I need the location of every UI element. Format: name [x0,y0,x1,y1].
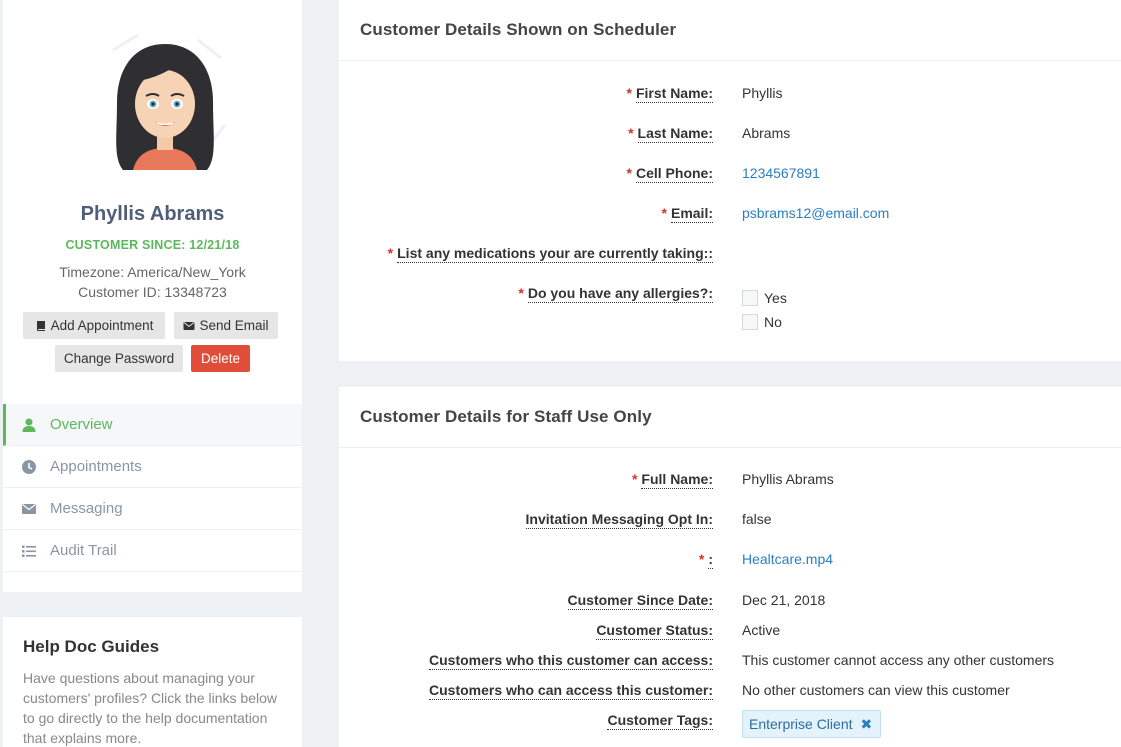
nav-label-messaging: Messaging [50,500,123,517]
allergies-label: * Do you have any allergies?: [518,285,713,303]
accessed-by-label: Customers who can access this customer: [429,682,713,700]
change-password-button[interactable]: Change Password [55,345,183,372]
nav-label-audit-trail: Audit Trail [50,542,117,559]
cell-phone-link[interactable]: 1234567891 [742,165,820,181]
clock-icon [22,460,36,474]
allergy-yes-checkbox[interactable] [742,290,758,306]
add-appointment-label: Add Appointment [50,318,154,333]
file-label: *: [698,551,713,569]
allergy-yes-option[interactable]: Yes [742,290,787,306]
last-name-label: * Last Name: [628,125,713,143]
scheduler-details-panel: Customer Details Shown on Scheduler * Fir… [339,0,1121,361]
allergy-no-checkbox[interactable] [742,314,758,330]
envelope-icon [22,504,36,514]
profile-nav: Overview Appointments Messaging Audit Tr… [3,404,302,572]
allergy-no-option[interactable]: No [742,314,782,330]
medications-label: * List any medications your are currently… [387,245,713,263]
first-name-label: * First Name: [626,85,713,103]
full-name-value: Phyllis Abrams [742,471,834,487]
full-name-label: * Full Name: [631,471,713,489]
email-link[interactable]: psbrams12@email.com [742,205,889,221]
customer-since-badge: CUSTOMER SINCE: 12/21/18 [65,238,240,252]
nav-item-audit-trail[interactable]: Audit Trail [3,530,302,572]
can-access-label: Customers who this customer can access: [429,652,713,670]
allergy-yes-label: Yes [764,290,787,306]
add-appointment-button[interactable]: Add Appointment [23,312,165,339]
staff-details-panel: Customer Details for Staff Use Only * Ful… [339,387,1121,747]
nav-item-appointments[interactable]: Appointments [3,446,302,488]
send-email-label: Send Email [199,318,269,333]
customer-tags-label: Customer Tags: [607,712,713,730]
timezone-text: Timezone: America/New_York [59,264,246,280]
profile-card: Phyllis Abrams CUSTOMER SINCE: 12/21/18 … [3,0,302,592]
allergy-no-label: No [764,314,782,330]
nav-label-overview: Overview [50,416,113,433]
nav-item-messaging[interactable]: Messaging [3,488,302,530]
scheduler-panel-title: Customer Details Shown on Scheduler [339,0,1121,61]
last-name-value: Abrams [742,125,791,141]
help-text: Have questions about managing your custo… [23,670,277,746]
can-access-value: This customer cannot access any other cu… [742,652,1055,668]
envelope-icon [183,321,195,330]
send-email-button[interactable]: Send Email [174,312,278,339]
email-label: * Email: [661,205,713,223]
help-card: Help Doc Guides Have questions about man… [3,617,302,747]
customer-status-value: Active [742,622,781,638]
file-link[interactable]: Healtcare.mp4 [742,551,833,567]
user-icon [22,418,36,432]
nav-label-appointments: Appointments [50,458,142,475]
list-icon [22,545,36,557]
customer-since-label: Customer Since Date: [567,592,713,610]
invitation-opt-in-value: false [742,511,772,527]
profile-name: Phyllis Abrams [80,203,225,225]
nav-item-overview[interactable]: Overview [3,404,302,446]
accessed-by-value: No other customers can view this custome… [742,682,1010,698]
customer-tag: Enterprise Client ✖ [742,710,882,738]
avatar [112,33,227,170]
cell-phone-label: * Cell Phone: [626,165,713,183]
customer-id-text: Customer ID: 13348723 [78,284,227,300]
remove-tag-icon[interactable]: ✖ [861,716,873,733]
customer-tag-label: Enterprise Client [749,716,853,732]
book-icon [36,320,45,331]
customer-since-value: Dec 21, 2018 [742,592,826,608]
customer-status-label: Customer Status: [596,622,713,640]
help-title: Help Doc Guides [23,637,160,656]
invitation-opt-in-label: Invitation Messaging Opt In: [525,511,713,529]
delete-button[interactable]: Delete [191,345,250,372]
staff-panel-title: Customer Details for Staff Use Only [339,387,1121,448]
first-name-value: Phyllis [742,85,783,101]
